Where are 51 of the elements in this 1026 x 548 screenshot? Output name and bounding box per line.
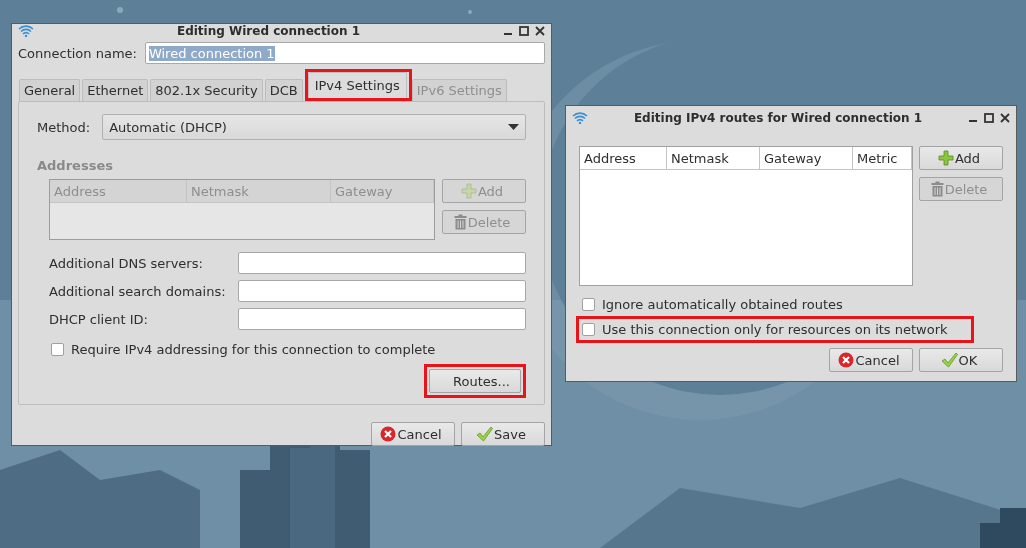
text-field[interactable] — [238, 308, 526, 330]
caret-icon — [508, 124, 519, 130]
checkbox-label: Ignore automatically obtained routes — [602, 297, 843, 312]
field-label: DHCP client ID: — [49, 311, 149, 327]
confirm-button[interactable]: OK — [919, 348, 1003, 372]
cancel-icon — [838, 352, 855, 368]
checkbox[interactable] — [582, 298, 595, 311]
window-title: Editing Wired connection 1 — [175, 24, 362, 38]
tab[interactable]: DCB — [264, 79, 303, 101]
column-header: Gateway — [760, 147, 853, 169]
field-label: Method: — [37, 119, 91, 135]
cancel-icon — [380, 426, 397, 442]
maximize-icon[interactable] — [984, 113, 994, 123]
section-heading: Addresses — [37, 158, 114, 173]
column-header: Netmask — [667, 147, 760, 169]
wifi-icon — [18, 25, 34, 37]
trash-icon — [453, 214, 467, 230]
text-field[interactable] — [238, 280, 526, 302]
wifi-icon — [572, 112, 588, 124]
close-icon[interactable] — [1000, 113, 1010, 123]
routes-button[interactable]: Routes... — [429, 369, 521, 393]
add-button[interactable]: Add — [919, 146, 1003, 170]
window-title: Editing IPv4 routes for Wired connection 1 — [632, 111, 924, 125]
text-field[interactable] — [238, 252, 526, 274]
column-header: Netmask — [187, 180, 331, 202]
tab[interactable]: 802.1x Security — [150, 79, 263, 101]
checkmark-icon — [940, 352, 958, 368]
confirm-button[interactable]: Save — [461, 422, 545, 446]
checkbox-label: Require IPv4 addressing for this connection to complete — [71, 342, 436, 357]
column-header: Address — [50, 180, 187, 202]
tab[interactable]: General — [19, 79, 81, 101]
field-label: Additional search domains: — [49, 283, 227, 299]
method-dropdown[interactable]: Automatic (DHCP) — [102, 114, 526, 140]
maximize-icon[interactable] — [519, 26, 529, 36]
tab[interactable]: Ethernet — [82, 79, 149, 101]
field-label: Additional DNS servers: — [49, 255, 204, 271]
cancel-button[interactable]: Cancel — [829, 348, 913, 372]
cancel-button[interactable]: Cancel — [371, 422, 455, 446]
column-header: Gateway — [331, 180, 434, 202]
column-header: Metric — [853, 147, 912, 169]
close-icon[interactable] — [535, 26, 545, 36]
field-label: Connection name: — [18, 45, 137, 61]
checkbox[interactable] — [51, 343, 64, 356]
checkbox-label: Use this connection only for resources on its network — [602, 322, 948, 337]
trash-icon — [930, 181, 944, 197]
checkmark-icon — [476, 426, 494, 442]
column-header: Address — [580, 147, 667, 169]
plus-icon — [460, 183, 477, 199]
tab[interactable]: IPv4 Settings — [307, 72, 407, 98]
checkbox[interactable] — [582, 323, 595, 336]
plus-icon — [937, 150, 954, 166]
